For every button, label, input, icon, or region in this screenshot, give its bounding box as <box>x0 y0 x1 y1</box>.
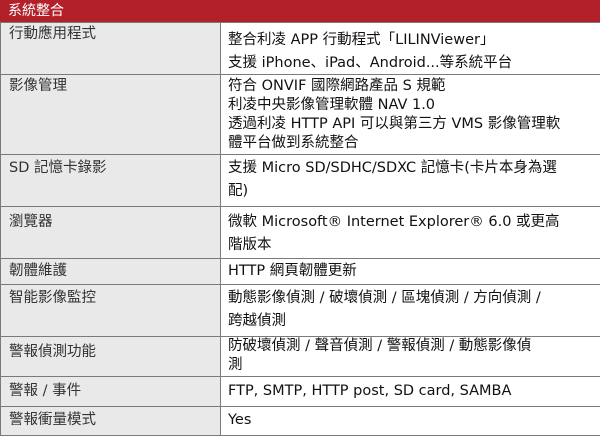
table-row: SD 記憶卡錄影 支援 Micro SD/SDHC/SDXC 記憶卡(卡片本身為… <box>0 154 600 207</box>
row-label: 智能影像監控 <box>0 284 221 337</box>
row-value: 整合利凌 APP 行動程式「LILINViewer」 支援 iPhone、iPa… <box>220 22 600 75</box>
table-row: 影像管理 符合 ONVIF 國際網路產品 S 規範 利凌中央影像管理軟體 NAV… <box>0 74 600 155</box>
row-label: 瀏覽器 <box>0 206 221 259</box>
row-value: HTTP 網頁韌體更新 <box>220 258 600 285</box>
value-line: 支援 Micro SD/SDHC/SDXC 記憶卡(卡片本身為選 <box>228 160 557 176</box>
table-row: 警報 / 事件 FTP, SMTP, HTTP post, SD card, S… <box>0 376 600 407</box>
row-value: 防破壞偵測 / 聲音偵測 / 警報偵測 / 動態影像偵 測 <box>220 336 600 377</box>
row-label: 警報偵測功能 <box>0 336 221 377</box>
table-row: 韌體維護 HTTP 網頁韌體更新 <box>0 258 600 285</box>
row-label: 警報衝量模式 <box>0 406 221 436</box>
section-header: 系統整合 <box>0 0 600 22</box>
value-line: 符合 ONVIF 國際網路產品 S 規範 <box>228 78 446 94</box>
row-value: Yes <box>220 406 600 436</box>
row-label: 行動應用程式 <box>0 22 221 75</box>
value-line: 配) <box>228 183 249 199</box>
value-line: 階版本 <box>228 237 272 253</box>
row-value: 符合 ONVIF 國際網路產品 S 規範 利凌中央影像管理軟體 NAV 1.0 … <box>220 74 600 155</box>
value-line: FTP, SMTP, HTTP post, SD card, SAMBA <box>228 383 512 399</box>
row-label: SD 記憶卡錄影 <box>0 154 221 207</box>
row-value: FTP, SMTP, HTTP post, SD card, SAMBA <box>220 376 600 407</box>
value-line: 體平台做到系統整合 <box>228 135 359 151</box>
row-label: 警報 / 事件 <box>0 376 221 407</box>
row-label: 影像管理 <box>0 74 221 155</box>
row-value: 支援 Micro SD/SDHC/SDXC 記憶卡(卡片本身為選 配) <box>220 154 600 207</box>
value-line: 整合利凌 APP 行動程式「LILINViewer」 <box>228 32 495 48</box>
table-row: 智能影像監控 動態影像偵測 / 破壞偵測 / 區塊偵測 / 方向偵測 / 跨越偵… <box>0 284 600 337</box>
row-label: 韌體維護 <box>0 258 221 285</box>
row-value: 微軟 Microsoft® Internet Explorer® 6.0 或更高… <box>220 206 600 259</box>
value-line: 動態影像偵測 / 破壞偵測 / 區塊偵測 / 方向偵測 / <box>228 290 541 306</box>
value-line: 測 <box>228 357 243 373</box>
value-line: 利凌中央影像管理軟體 NAV 1.0 <box>228 97 436 113</box>
value-line: 跨越偵測 <box>228 313 286 329</box>
value-line: 微軟 Microsoft® Internet Explorer® 6.0 或更高 <box>228 214 560 230</box>
table-row: 警報衝量模式 Yes <box>0 406 600 436</box>
value-line: 防破壞偵測 / 聲音偵測 / 警報偵測 / 動態影像偵 <box>228 338 532 354</box>
value-line: Yes <box>228 412 252 428</box>
table-row: 行動應用程式 整合利凌 APP 行動程式「LILINViewer」 支援 iPh… <box>0 22 600 75</box>
spec-sheet: 系統整合 行動應用程式 整合利凌 APP 行動程式「LILINViewer」 支… <box>0 0 600 442</box>
spec-table: 行動應用程式 整合利凌 APP 行動程式「LILINViewer」 支援 iPh… <box>0 22 600 436</box>
value-line: 支援 iPhone、iPad、Android...等系統平台 <box>228 55 513 71</box>
table-row: 警報偵測功能 防破壞偵測 / 聲音偵測 / 警報偵測 / 動態影像偵 測 <box>0 336 600 377</box>
table-row: 瀏覽器 微軟 Microsoft® Internet Explorer® 6.0… <box>0 206 600 259</box>
row-value: 動態影像偵測 / 破壞偵測 / 區塊偵測 / 方向偵測 / 跨越偵測 <box>220 284 600 337</box>
value-line: HTTP 網頁韌體更新 <box>228 263 357 279</box>
value-line: 透過利凌 HTTP API 可以與第三方 VMS 影像管理軟 <box>228 116 561 132</box>
